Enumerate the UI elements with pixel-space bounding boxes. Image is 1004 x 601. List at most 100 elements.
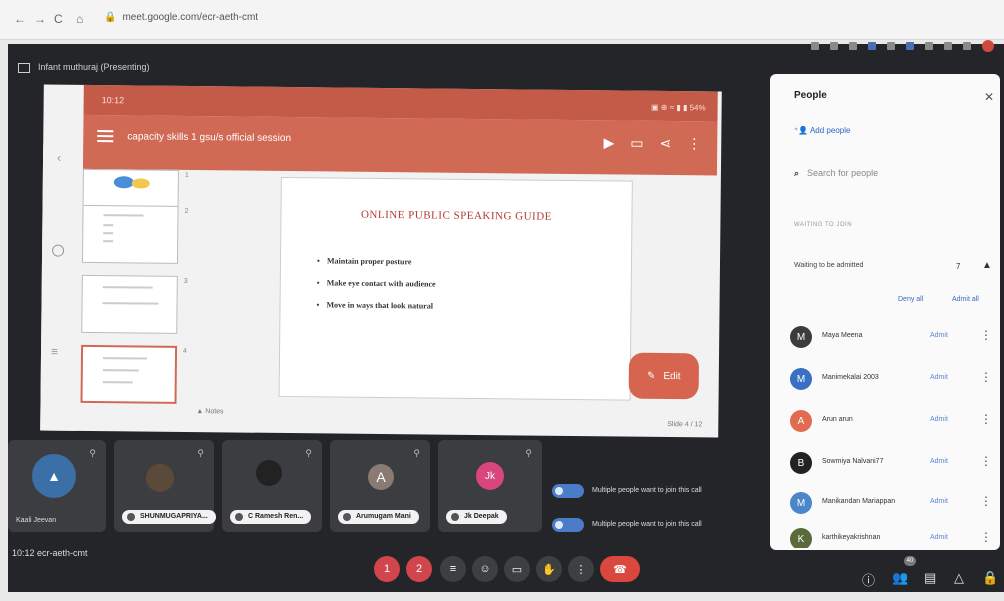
search-input[interactable]: ⌕ Search for people [794,168,878,179]
hand-icon: ✋ [542,563,556,576]
join-request-notification[interactable]: Multiple people want to join this call [548,480,756,504]
more-vert-icon[interactable]: ⋮ [980,370,992,384]
star-icon[interactable] [849,42,857,50]
participant-tile[interactable]: ▲ ⚲ Kaali Jeevan [8,440,106,532]
left-rail: ‹ ≡ [40,144,80,431]
mic-off-icon: ⚲ [413,448,420,458]
slide-thumbnail[interactable] [81,204,179,264]
address-bar[interactable]: 🔒 meet.google.com/ecr-aeth-cmt [104,12,258,23]
participant-tile[interactable]: ⚲ C Ramesh Ren... [222,440,322,532]
participant-name: Arumugam Mani [338,510,419,524]
participant-tile[interactable]: Jk ⚲ Jk Deepak [438,440,542,532]
host-controls-icon[interactable]: 🔒 [982,570,998,586]
people-icon[interactable]: 👥 [892,570,908,586]
admit-button[interactable]: Admit [930,416,948,423]
window-icon[interactable] [963,42,971,50]
join-request-notification[interactable]: Multiple people want to join this call [548,514,756,538]
extension-icon[interactable] [887,42,895,50]
home-icon[interactable]: ⌂ [76,12,83,26]
profile-avatar[interactable] [982,40,994,52]
circle-icon[interactable] [52,244,65,257]
mic-off-icon: ⚲ [525,448,532,458]
extension-icon[interactable] [925,42,933,50]
notes-toggle[interactable]: ▲ Notes [196,408,223,415]
avatar: ▲ [32,454,76,498]
avatar: A [368,464,394,490]
more-vert-icon[interactable]: ⋮ [980,328,992,342]
chat-icon[interactable]: ▤ [924,570,936,586]
reload-icon[interactable]: C [54,12,63,26]
more-vert-icon[interactable]: ⋮ [687,135,701,152]
slide-title: ONLINE PUBLIC SPEAKING GUIDE [360,208,552,223]
notification-text: Multiple people want to join this call [592,521,702,528]
bullet-item: Make eye contact with audience [317,278,447,288]
chevron-left-icon[interactable]: ‹ [57,151,61,165]
more-vert-icon[interactable]: ⋮ [980,412,992,426]
participant-name: SHUNMUGAPRIYA... [122,510,216,524]
slide-thumbnail-selected[interactable] [80,344,178,404]
admit-button[interactable]: Admit [930,332,948,339]
admit-button[interactable]: Admit [930,498,948,505]
admit-button[interactable]: Admit [930,458,948,465]
people-panel: People ✕ ⁺👤 Add people ⌕ Search for peopl… [770,74,1000,550]
present-button[interactable]: ▭ [504,556,530,582]
info-icon[interactable]: ⓘ [862,570,875,589]
deny-all-button[interactable]: Deny all [898,296,923,303]
document-title: capacity skills 1 gsu/s official session [127,131,292,145]
play-icon[interactable]: ▶ [603,134,614,151]
puzzle-icon[interactable] [944,42,952,50]
waiting-person: B Sowmiya Nalvani77 Admit ⋮ [790,450,996,476]
activities-icon[interactable]: △ [954,570,964,586]
captions-icon: ≡ [449,563,457,575]
browser-toolbar: ← → C ⌂ 🔒 meet.google.com/ecr-aeth-cmt [0,0,1004,40]
forward-icon[interactable]: → [34,12,46,26]
more-vert-icon[interactable]: ⋮ [980,454,992,468]
back-icon[interactable]: ← [14,12,26,26]
panel-title: People [794,90,827,101]
status-icons: ▣ ⊕ ≈ ▮ ▮ 54% [650,102,706,113]
hamburger-icon[interactable] [97,130,114,143]
camera-off-button[interactable]: 2 [406,556,432,582]
waiting-person: A Arun arun Admit ⋮ [790,408,996,434]
close-icon[interactable]: ✕ [984,90,994,104]
waiting-label: Waiting to be admitted [794,262,864,269]
admit-button[interactable]: Admit [930,534,948,541]
participant-tile[interactable]: ⚲ SHUNMUGAPRIYA... [114,440,216,532]
chevron-up-icon[interactable]: ▲ [982,260,992,271]
thumbnail-number: 1 [184,171,189,179]
avatar [146,464,174,492]
share-icon[interactable] [830,42,838,50]
participant-tile[interactable]: A ⚲ Arumugam Mani [330,440,430,532]
add-people-button[interactable]: ⁺👤 Add people [794,126,850,135]
more-vert-icon[interactable]: ⋮ [980,530,992,544]
section-heading: WAITING TO JOIN [794,222,853,228]
thumbnail-number: 3 [183,277,188,285]
leave-call-button[interactable]: ☎ [600,556,640,582]
raise-hand-button[interactable]: ✋ [536,556,562,582]
admit-all-button[interactable]: Admit all [952,296,979,303]
toggle-icon [552,518,584,532]
extension-icon[interactable] [906,42,914,50]
avatar: K [790,528,812,548]
comment-icon[interactable]: ▭ [630,135,643,152]
admit-button[interactable]: Admit [930,374,948,381]
mic-off-button[interactable]: 1 [374,556,400,582]
present-icon: ▭ [511,563,523,576]
extension-icon[interactable] [868,42,876,50]
edit-button[interactable]: ✎ Edit [628,352,700,400]
bullet-item: Move in ways that look natural [316,300,446,310]
captions-button[interactable]: ≡ [440,556,466,582]
emoji-button[interactable]: ☺ [472,556,498,582]
participant-name: Kaali Jeevan [16,517,57,524]
waiting-person: M Manimekalai 2003 Admit ⋮ [790,366,996,392]
menu-icon[interactable]: ≡ [51,345,58,359]
slide-thumbnail[interactable] [81,274,178,334]
cast-icon[interactable] [811,42,819,50]
share-icon[interactable]: ⋖ [659,135,671,152]
avatar: M [790,326,812,348]
avatar: A [790,410,812,432]
more-options-button[interactable]: ⋮ [568,556,594,582]
thumbnail-number: 4 [183,347,187,355]
avatar: Jk [476,462,504,490]
more-vert-icon[interactable]: ⋮ [980,494,992,508]
